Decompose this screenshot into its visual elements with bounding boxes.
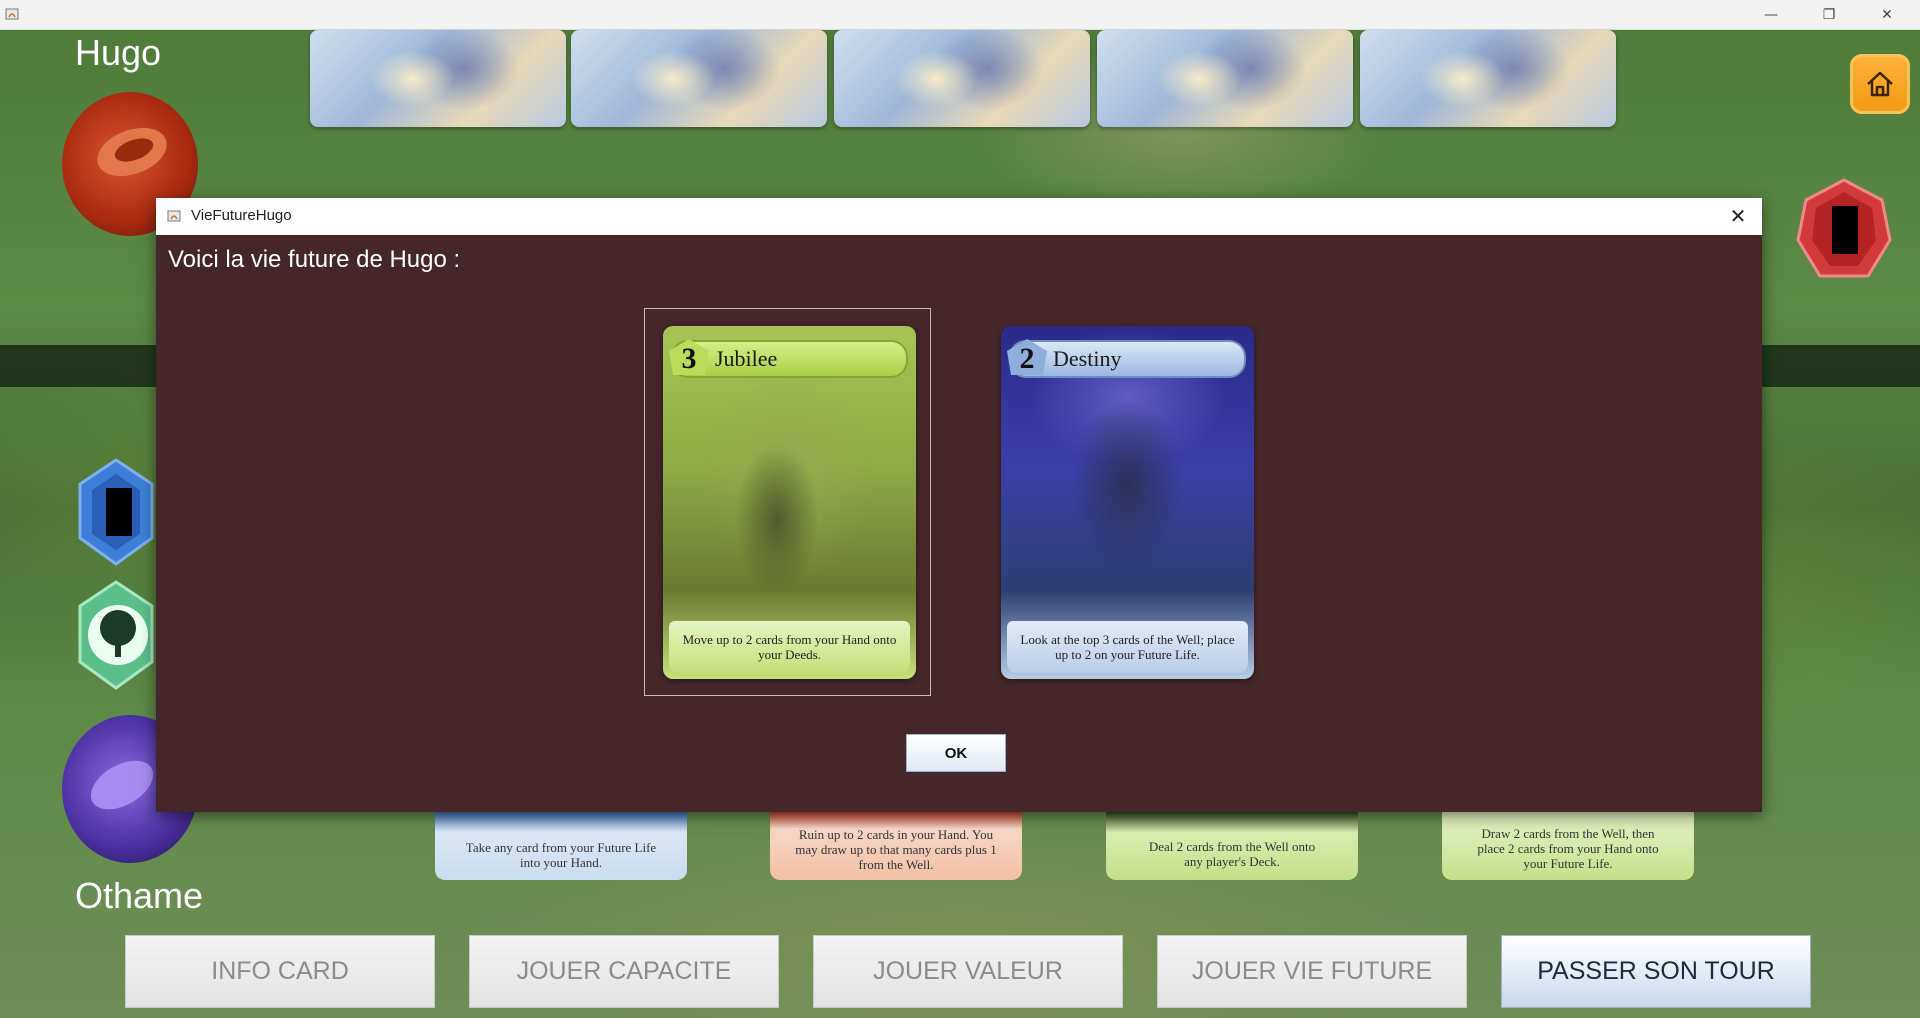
home-button[interactable] [1850,54,1910,114]
hand-card[interactable]: Draw 2 cards from the Well, then place 2… [1442,812,1694,880]
jouer-vie-future-button[interactable]: JOUER VIE FUTURE [1157,935,1467,1008]
restore-icon[interactable]: ❐ [1806,0,1852,29]
java-app-icon [4,6,20,22]
dialog-title: VieFutureHugo [191,207,292,224]
java-app-icon [166,208,182,224]
card-value: 3 [669,339,709,375]
opponent-hand-card[interactable] [571,30,827,127]
future-life-card[interactable]: 2 Destiny Look at the top 3 cards of the… [1001,326,1254,679]
card-value: 2 [1007,339,1047,375]
blue-gem-icon [76,458,156,566]
opponent-hand-card[interactable] [310,30,566,127]
card-header: 3 Jubilee [669,339,908,378]
card-header: 2 Destiny [1007,339,1246,378]
opponent-hand-card[interactable] [1097,30,1353,127]
window-titlebar: — ❐ ✕ [0,0,1920,30]
hand-card-text: Deal 2 cards from the Well onto any play… [1148,839,1316,869]
top-player-name: Hugo [75,32,162,73]
hand-card-text: Ruin up to 2 cards in your Hand. You may… [795,826,997,872]
card-name: Destiny [1053,346,1122,371]
hand-card[interactable]: Deal 2 cards from the Well onto any play… [1106,812,1358,880]
vie-future-dialog: VieFutureHugo ✕ Voici la vie future de H… [156,198,1762,812]
dialog-titlebar: VieFutureHugo ✕ [156,198,1762,235]
dialog-message: Voici la vie future de Hugo : [168,246,461,273]
hand-card[interactable]: Ruin up to 2 cards in your Hand. You may… [770,812,1022,880]
hand-card-text: Draw 2 cards from the Well, then place 2… [1477,825,1659,871]
card-ability-text: Move up to 2 cards from your Hand onto y… [669,621,910,673]
home-icon [1867,71,1893,97]
card-name: Jubilee [715,346,778,371]
card-ability-text: Look at the top 3 cards of the Well; pla… [1007,621,1248,673]
hand-card[interactable]: Take any card from your Future Life into… [435,812,687,880]
opponent-hand-card[interactable] [834,30,1090,127]
jouer-capacite-button[interactable]: JOUER CAPACITE [469,935,779,1008]
minimize-icon[interactable]: — [1748,0,1794,29]
jouer-valeur-button[interactable]: JOUER VALEUR [813,935,1123,1008]
hand-card-text: Take any card from your Future Life into… [465,840,657,870]
future-life-card[interactable]: 3 Jubilee Move up to 2 cards from your H… [663,326,916,679]
info-card-button[interactable]: INFO CARD [125,935,435,1008]
ok-button[interactable]: OK [906,734,1006,772]
tree-gem-icon [76,580,156,690]
dialog-close-icon[interactable]: ✕ [1724,202,1752,230]
bottom-player-name: Othame [75,875,204,916]
passer-son-tour-button[interactable]: PASSER SON TOUR [1501,935,1811,1008]
red-gem-icon [1794,178,1894,284]
close-icon[interactable]: ✕ [1864,0,1910,29]
opponent-hand-card[interactable] [1360,30,1616,127]
